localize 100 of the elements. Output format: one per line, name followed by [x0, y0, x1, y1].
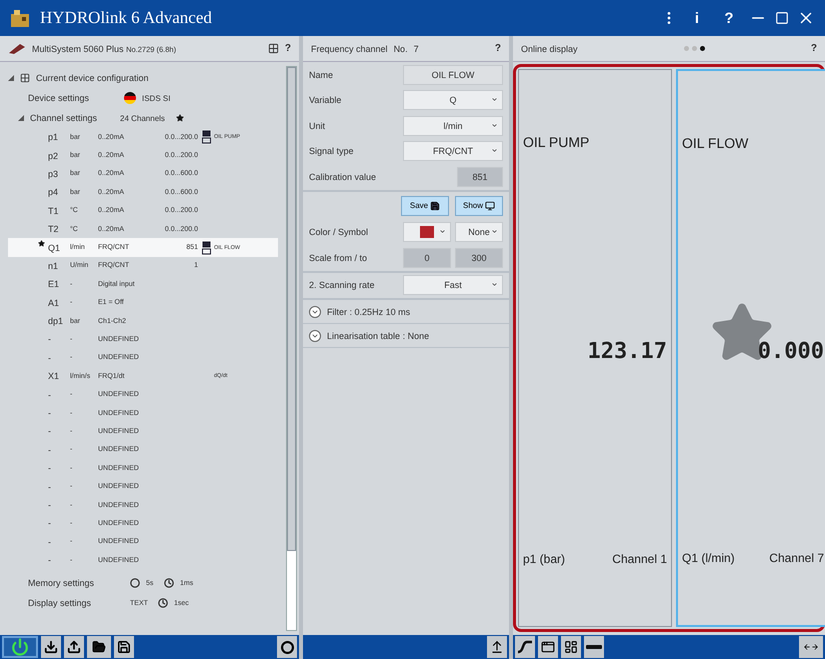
upload-button[interactable] [64, 636, 84, 658]
caret-icon [491, 122, 498, 129]
download-button[interactable] [41, 636, 61, 658]
channel-name: - [48, 352, 52, 363]
page-dot[interactable] [700, 46, 705, 51]
setting-value: ISDS SI [142, 94, 172, 102]
save-file-button[interactable] [114, 636, 134, 658]
input-field[interactable]: 300 [455, 248, 503, 268]
input-field[interactable]: OIL FLOW [403, 64, 503, 85]
field-label: 2. Scanning rate [309, 280, 376, 290]
curve-icon [517, 640, 533, 654]
maximize-icon[interactable] [775, 11, 789, 25]
device-icon [8, 42, 26, 54]
readonly-value-field: 851 [457, 166, 503, 187]
collapse-arrow-icon[interactable] [8, 75, 14, 81]
color-dropdown[interactable] [403, 222, 451, 242]
caret-icon [491, 147, 498, 154]
channel-name: - [48, 536, 52, 547]
window-title: HYDROlink 6 Advanced [40, 8, 213, 28]
section-title[interactable]: Linearisation table : None [327, 330, 430, 340]
channel-name: p1 [48, 132, 60, 142]
dropdown[interactable]: Fast [403, 275, 503, 296]
scrollbar[interactable] [286, 66, 297, 631]
channel-name: Q1 [48, 242, 62, 253]
export-button[interactable] [487, 636, 507, 658]
channel-name: p2 [48, 150, 60, 161]
tree-item[interactable]: Display settings [28, 598, 124, 608]
tile-variable: Q1 (l/min) [682, 551, 735, 565]
tree-item[interactable]: Current device configuration [36, 73, 149, 83]
field-label: Calibration value [309, 172, 378, 182]
dashboard-icon [564, 640, 578, 654]
channel-name: X1 [48, 371, 60, 382]
flag-icon [124, 92, 136, 104]
title-bar-button[interactable]: ? [717, 10, 741, 26]
tile-title: OIL FLOW [682, 135, 750, 151]
field-label: Unit [309, 120, 326, 131]
page-dot[interactable] [692, 46, 697, 51]
clock-icon [164, 578, 174, 588]
power-button[interactable] [2, 636, 38, 658]
page-dot[interactable] [684, 46, 689, 51]
dropdown[interactable]: l/min [403, 116, 503, 136]
curve-view-button[interactable] [515, 636, 535, 658]
circle-icon [280, 640, 294, 654]
grid-icon [268, 43, 279, 54]
save-button[interactable]: Save [401, 196, 449, 216]
tree-item[interactable]: Memory settings [28, 578, 124, 588]
scroll-arrows-button[interactable] [799, 636, 823, 658]
caret-icon [491, 281, 498, 288]
channel-name: p3 [48, 168, 60, 179]
channel-name: - [48, 518, 52, 528]
section-title[interactable]: Filter : 0.25Hz 10 ms [327, 306, 410, 316]
caret-icon [439, 228, 446, 236]
window-icon [541, 640, 555, 654]
show-button[interactable]: Show [455, 196, 503, 216]
caret-icon [491, 96, 498, 104]
window-view-button[interactable] [538, 636, 558, 658]
field-label: Variable [309, 95, 342, 106]
tile-channel: Channel 1 [612, 552, 667, 566]
channel-name: n1 [48, 260, 60, 271]
help-text[interactable]: ? [810, 43, 817, 54]
folder-icon [92, 640, 106, 654]
field-label: Name [309, 70, 334, 80]
field-label: Color / Symbol [309, 227, 370, 238]
minus-icon [586, 645, 602, 649]
upload-icon [67, 640, 81, 654]
symbol-dropdown[interactable]: None [455, 222, 503, 242]
help-text[interactable]: ? [284, 43, 291, 54]
expand-toggle-icon[interactable] [309, 330, 321, 342]
tree-item[interactable]: Channel settings [30, 113, 114, 123]
record-button[interactable] [277, 636, 297, 658]
panel-title: Online display [521, 44, 578, 54]
display-tile[interactable]: OIL FLOW 0.000 Q1 (l/min) Channel 7 [676, 69, 825, 627]
open-folder-button[interactable] [87, 636, 111, 658]
caret-icon [491, 228, 498, 236]
display-tile[interactable]: OIL PUMP 123.17 p1 (bar) Channel 1 [518, 69, 672, 627]
expand-toggle-icon[interactable] [309, 306, 321, 318]
tile-title: OIL PUMP [523, 134, 590, 150]
channel-name: T2 [48, 224, 60, 234]
tile-value: 123.17 [588, 338, 667, 364]
panel-title: Frequency channel [311, 44, 388, 54]
help-text[interactable]: ? [494, 43, 501, 54]
title-bar-button[interactable]: i [685, 10, 709, 26]
collapse-arrow-icon[interactable] [18, 115, 24, 121]
dashboard-view-button[interactable] [561, 636, 581, 658]
channel-name: - [48, 482, 52, 492]
dropdown[interactable]: Q [403, 90, 503, 110]
download-icon [44, 640, 58, 654]
channel-count: 24 Channels [120, 114, 166, 122]
tree-item[interactable]: Device settings [28, 93, 118, 103]
minus-button[interactable] [584, 636, 604, 658]
channel-name: - [48, 555, 52, 566]
right-arrow-icon [811, 643, 819, 651]
field-label: Signal type [309, 146, 355, 156]
grid-icon [20, 73, 30, 83]
dropdown[interactable]: FRQ/CNT [403, 141, 503, 162]
channel-name: - [48, 390, 52, 400]
monitor-icon [485, 200, 495, 210]
channel-name: p4 [48, 187, 60, 198]
input-field[interactable]: 0 [403, 248, 451, 268]
channel-name: E1 [48, 279, 60, 290]
